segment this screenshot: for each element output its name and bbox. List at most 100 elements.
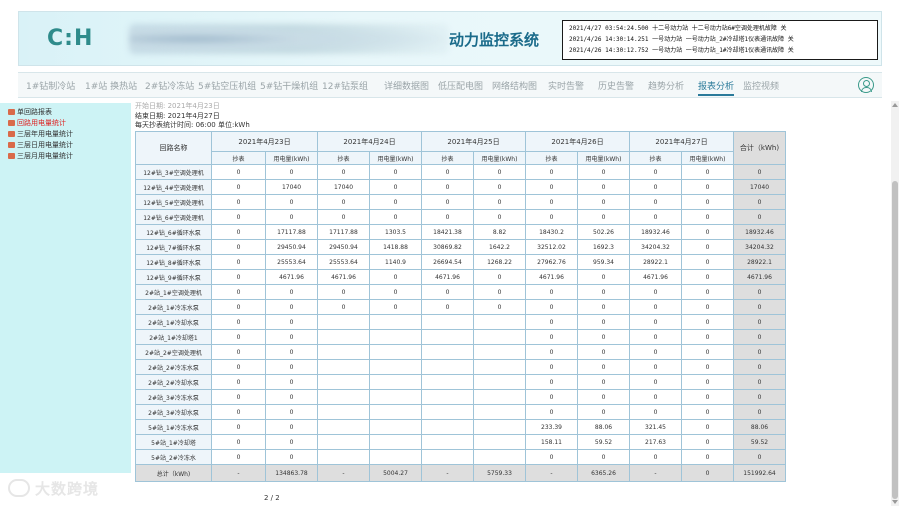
row-name: 12#钻_9#循环水泵 <box>135 269 212 285</box>
col-header-reading: 抄表 <box>211 151 266 165</box>
row-total: 0 <box>733 404 786 420</box>
table-row: 2#站_1#冷冻水泵 0 0 0 0 0 0 0 0 0 0 0 <box>135 299 786 315</box>
row-name: 2#站_2#冷冻水泵 <box>135 359 212 375</box>
table-cell: 1418.88 <box>369 239 422 255</box>
table-cell: 18421.38 <box>421 224 474 240</box>
row-total: 0 <box>733 344 786 360</box>
scroll-down-icon[interactable] <box>892 500 898 504</box>
sidebar-item[interactable]: 三层年用电量统计 <box>0 129 131 140</box>
table-cell: 0 <box>473 284 526 300</box>
table-cell <box>473 434 526 450</box>
table-cell: 17117.88 <box>265 224 318 240</box>
grand-total: 151992.64 <box>733 464 786 482</box>
nav-item[interactable]: 实时告警 <box>548 79 584 92</box>
col-header-usage: 用电量(kWh) <box>265 151 318 165</box>
nav-item[interactable]: 1#站 换热站 <box>85 79 137 92</box>
table-cell: 4671.96 <box>317 269 370 285</box>
table-cell: 0 <box>681 314 734 330</box>
table-cell: 0 <box>211 389 266 405</box>
table-cell: 0 <box>629 194 682 210</box>
sidebar-item-label: 三层年用电量统计 <box>17 130 73 138</box>
report-icon <box>8 109 15 115</box>
table-cell: 0 <box>265 374 318 390</box>
table-cell: 0 <box>629 449 682 465</box>
table-cell: 0 <box>211 239 266 255</box>
row-name: 12#钻_6#循环水泵 <box>135 224 212 240</box>
table-cell: 28922.1 <box>629 254 682 270</box>
alarm-ticker[interactable]: 2021/4/27 03:54:24.500 十二号动力站 十二号动力站6#空调… <box>562 20 878 60</box>
row-name: 2#站_1#冷冻水泵 <box>135 299 212 315</box>
nav-item[interactable]: 详细数据图 <box>384 79 429 92</box>
sidebar-item[interactable]: 单回路报表 <box>0 107 131 118</box>
sidebar-item-label: 单回路报表 <box>17 108 52 116</box>
table-cell: 34204.32 <box>629 239 682 255</box>
table-cell: 1692.3 <box>577 239 630 255</box>
table-cell <box>421 419 474 435</box>
nav-item[interactable]: 2#钻冷冻站 <box>145 79 194 92</box>
table-cell: 0 <box>473 164 526 180</box>
scroll-thumb[interactable] <box>892 181 898 499</box>
row-name: 12#钻_4#空调处理机 <box>135 179 212 195</box>
nav-item[interactable]: 1#钻制冷站 <box>26 79 75 92</box>
table-cell: 0 <box>369 164 422 180</box>
col-header-date: 2021年4月25日 <box>421 131 526 152</box>
nav-item[interactable]: 5#钻空压机组 <box>198 79 256 92</box>
start-date: 开始日期: 2021年4月23日 <box>135 102 220 110</box>
table-cell: 0 <box>473 269 526 285</box>
sidebar-item[interactable]: 三层月用电量统计 <box>0 151 131 162</box>
col-header-usage: 用电量(kWh) <box>681 151 734 165</box>
nav-item[interactable]: 12#钻泵组 <box>322 79 368 92</box>
vertical-scrollbar[interactable] <box>891 101 899 506</box>
alarm-line: 2021/4/26 14:30:14.251 一号动力站 一号动力站_2#冷却塔… <box>569 36 794 43</box>
user-icon[interactable] <box>858 77 874 93</box>
table-cell: 0 <box>211 419 266 435</box>
table-cell: 0 <box>577 449 630 465</box>
table-cell <box>473 389 526 405</box>
table-cell: 0 <box>629 404 682 420</box>
table-cell: 0 <box>629 389 682 405</box>
nav-item[interactable]: 历史告警 <box>598 79 634 92</box>
table-row: 2#站_2#冷却水泵 0 0 0 0 0 0 0 <box>135 374 786 390</box>
row-name: 2#站_2#冷却水泵 <box>135 374 212 390</box>
table-cell: 0 <box>681 299 734 315</box>
table-cell: 4671.96 <box>265 269 318 285</box>
table-cell: 0 <box>369 299 422 315</box>
row-name: 5#站_1#冷冻水泵 <box>135 419 212 435</box>
table-cell: 4671.96 <box>421 269 474 285</box>
table-cell: 0 <box>681 434 734 450</box>
table-cell: 0 <box>525 404 578 420</box>
row-total: 59.52 <box>733 434 786 450</box>
table-cell: 0 <box>525 284 578 300</box>
table-cell: 0 <box>681 359 734 375</box>
row-name: 2#站_3#冷却水泵 <box>135 404 212 420</box>
sidebar-item[interactable]: 三层日用电量统计 <box>0 140 131 151</box>
nav-item[interactable]: 报表分析 <box>698 79 735 96</box>
total-cell: - <box>421 464 474 482</box>
sidebar-item[interactable]: 回路用电量统计 <box>0 118 131 129</box>
sidebar-item-label: 回路用电量统计 <box>17 119 66 127</box>
table-cell: 0 <box>525 179 578 195</box>
nav-item[interactable]: 监控视频 <box>743 79 779 92</box>
nav-item[interactable]: 网络结构图 <box>492 79 537 92</box>
col-header-total: 合计（kWh) <box>733 131 786 165</box>
table-cell: 0 <box>265 359 318 375</box>
table-cell <box>369 329 422 345</box>
total-cell: - <box>629 464 682 482</box>
table-cell: 0 <box>211 434 266 450</box>
table-cell: 18430.2 <box>525 224 578 240</box>
table-cell: 0 <box>577 179 630 195</box>
table-cell: 0 <box>265 284 318 300</box>
table-cell: 27962.76 <box>525 254 578 270</box>
row-name: 12#钻_7#循环水泵 <box>135 239 212 255</box>
nav-item[interactable]: 5#钻干燥机组 <box>260 79 318 92</box>
table-cell: 0 <box>265 404 318 420</box>
table-cell <box>369 434 422 450</box>
nav-item[interactable]: 低压配电图 <box>438 79 483 92</box>
table-cell: 0 <box>681 254 734 270</box>
table-cell: 0 <box>577 404 630 420</box>
nav-item[interactable]: 趋势分析 <box>648 79 684 92</box>
scroll-up-icon[interactable] <box>892 103 898 107</box>
table-cell: 88.06 <box>577 419 630 435</box>
table-cell <box>421 329 474 345</box>
table-cell: 0 <box>629 329 682 345</box>
